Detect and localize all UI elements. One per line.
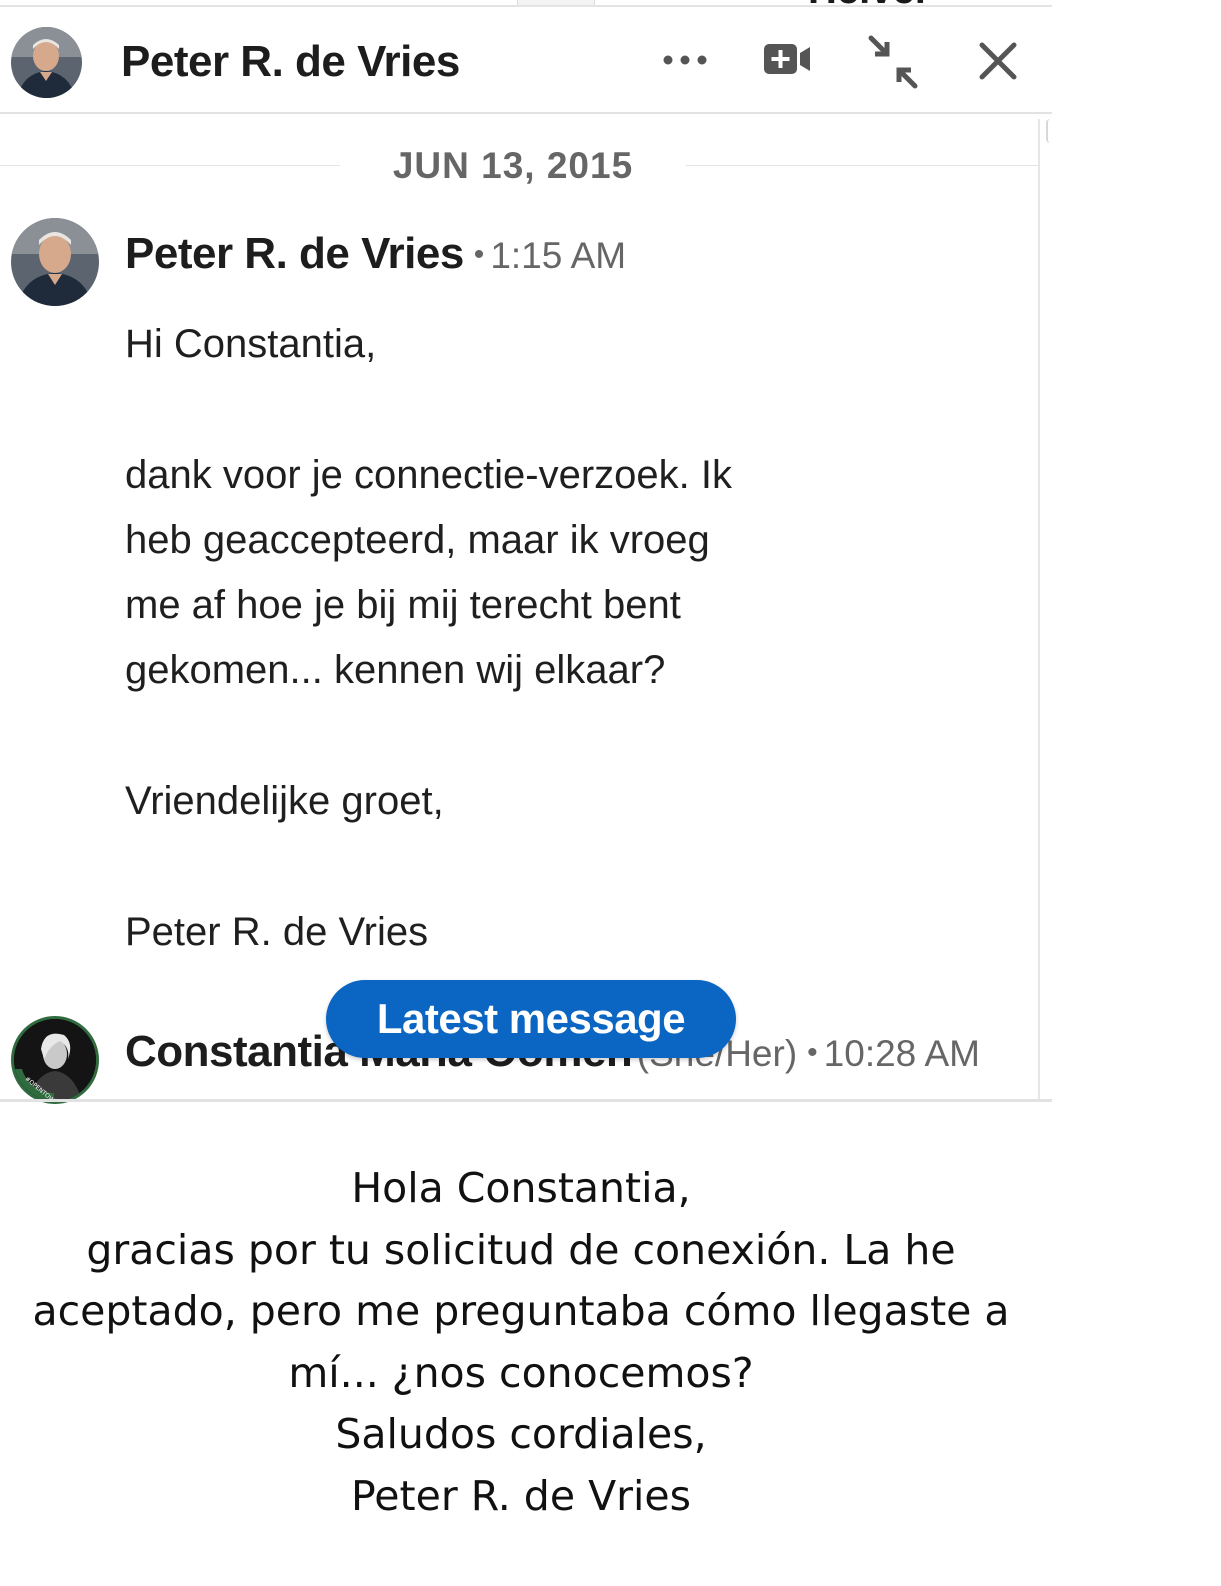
minimize-icon[interactable] (864, 33, 922, 91)
translation-line: Peter R. de Vries (351, 1471, 691, 1520)
translation-line: Saludos cordiales, (335, 1410, 707, 1458)
translation-line: mí... ¿nos conocemos? (288, 1348, 754, 1397)
sender-name[interactable]: Peter R. de Vries (125, 229, 464, 278)
meta-separator: • (473, 238, 485, 271)
close-icon[interactable] (974, 37, 1022, 85)
chat-bottom-border (0, 1099, 1052, 1102)
message-line: me af hoe je bij mij terecht bent (125, 583, 681, 627)
message-time: 1:15 AM (490, 235, 627, 276)
message-line: dank voor je connectie-verzoek. Ik (125, 453, 732, 497)
messaging-window: Peter R. de Vries JUN 13, 2015 Peter R. … (0, 7, 1052, 1104)
message-line: gekomen... kennen wij elkaar? (125, 648, 666, 692)
message-line: Hi Constantia, (125, 322, 377, 366)
translation-line: Hola Constantia, (351, 1164, 691, 1212)
divider-rule (686, 165, 1038, 166)
scrollbar-track[interactable] (1038, 119, 1040, 1101)
date-divider: JUN 13, 2015 (0, 145, 1038, 189)
message-line: heb geaccepteerd, maar ik vroeg (125, 518, 710, 562)
sender-avatar-open-to-work[interactable]: #OPENTOWORK (11, 1016, 99, 1104)
message-header: Peter R. de Vries • 1:15 AM (125, 229, 626, 279)
contact-avatar[interactable] (11, 27, 82, 98)
message-line: Peter R. de Vries (125, 910, 429, 954)
divider-rule (0, 165, 340, 166)
chat-header[interactable]: Peter R. de Vries (0, 7, 1052, 114)
translation-caption: Hola Constantia, gracias por tu solicitu… (0, 1158, 1042, 1527)
translation-line: gracias por tu solicitud de conexión. La… (86, 1225, 956, 1274)
date-label: JUN 13, 2015 (392, 145, 634, 186)
message-line: Vriendelijke groet, (125, 779, 444, 823)
latest-message-button[interactable]: Latest message (326, 980, 736, 1058)
scrollbar-thumb[interactable] (1046, 119, 1052, 143)
contact-name[interactable]: Peter R. de Vries (121, 37, 460, 87)
translation-line: aceptado, pero me preguntaba cómo llegas… (32, 1287, 1010, 1335)
meta-separator: • (807, 1036, 818, 1069)
more-options-icon[interactable] (660, 45, 710, 75)
sender-avatar[interactable] (11, 218, 99, 306)
video-call-icon[interactable] (762, 39, 814, 79)
message-time: 10:28 AM (823, 1033, 981, 1074)
